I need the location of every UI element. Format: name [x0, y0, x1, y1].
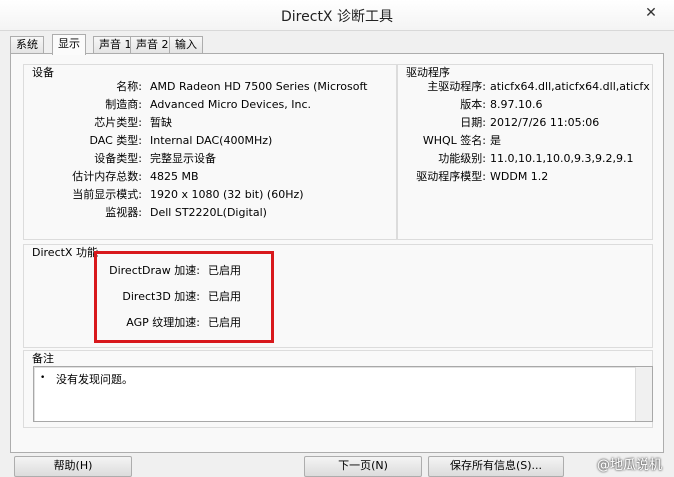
device-name-label: 名称:	[116, 80, 142, 93]
device-row-device-type: 设备类型: 完整显示设备	[24, 151, 396, 167]
notes-title: 备注	[32, 352, 54, 365]
device-row-display-mode: 当前显示模式: 1920 x 1080 (32 bit) (60Hz)	[24, 187, 396, 203]
device-row-chip-type: 芯片类型: 暂缺	[24, 115, 396, 131]
chip-type-label: 芯片类型:	[94, 116, 142, 129]
display-mode-value: 1920 x 1080 (32 bit) (60Hz)	[150, 188, 304, 201]
memory-value: 4825 MB	[150, 170, 199, 183]
manufacturer-label: 制造商:	[105, 98, 142, 111]
display-tab-panel: 设备 名称: AMD Radeon HD 7500 Series (Micros…	[10, 53, 664, 453]
device-group-title: 设备	[32, 66, 54, 79]
driver-row-version: 版本: 8.97.10.6	[398, 97, 652, 113]
tab-system[interactable]: 系统	[10, 36, 44, 53]
version-label: 版本:	[460, 98, 486, 111]
dac-type-value: Internal DAC(400MHz)	[150, 134, 273, 147]
feature-levels-label: 功能级别:	[438, 152, 486, 165]
driver-row-model: 驱动程序模型: WDDM 1.2	[398, 169, 652, 185]
manufacturer-value: Advanced Micro Devices, Inc.	[150, 98, 312, 111]
driver-row-date: 日期: 2012/7/26 11:05:06	[398, 115, 652, 131]
date-label: 日期:	[460, 116, 486, 129]
version-value: 8.97.10.6	[490, 98, 543, 111]
driver-row-main: 主驱动程序: aticfx64.dll,aticfx64.dll,aticfx6…	[398, 79, 652, 95]
tab-display[interactable]: 显示	[52, 34, 86, 55]
notes-textbox[interactable]: • 没有发现问题。	[33, 366, 653, 422]
device-type-value: 完整显示设备	[150, 152, 216, 165]
monitor-value: Dell ST2220L(Digital)	[150, 206, 267, 219]
tab-sound-2[interactable]: 声音 2	[130, 36, 175, 53]
device-row-dac-type: DAC 类型: Internal DAC(400MHz)	[24, 133, 396, 149]
device-type-label: 设备类型:	[94, 152, 142, 165]
tab-input[interactable]: 输入	[169, 36, 203, 53]
driver-group-title: 驱动程序	[406, 66, 450, 79]
window-title: DirectX 诊断工具	[281, 9, 393, 25]
main-driver-value: aticfx64.dll,aticfx64.dll,aticfx64.dll,a…	[490, 80, 650, 93]
main-driver-label: 主驱动程序:	[427, 80, 486, 93]
monitor-label: 监视器:	[105, 206, 142, 219]
notes-bullet: •	[40, 373, 46, 383]
close-icon[interactable]: ✕	[638, 2, 664, 24]
whql-value: 是	[490, 134, 501, 147]
device-row-memory: 估计内存总数: 4825 MB	[24, 169, 396, 185]
dac-type-label: DAC 类型:	[89, 134, 143, 147]
driver-group: 驱动程序 主驱动程序: aticfx64.dll,aticfx64.dll,at…	[397, 64, 653, 240]
driver-model-value: WDDM 1.2	[490, 170, 549, 183]
device-row-name: 名称: AMD Radeon HD 7500 Series (Microsoft	[24, 79, 396, 95]
driver-row-whql: WHQL 签名: 是	[398, 133, 652, 149]
driver-model-label: 驱动程序模型:	[416, 170, 486, 183]
next-page-button[interactable]: 下一页(N)	[304, 456, 422, 477]
whql-label: WHQL 签名:	[422, 134, 486, 147]
directx-features-title: DirectX 功能	[32, 246, 98, 259]
device-row-monitor: 监视器: Dell ST2220L(Digital)	[24, 205, 396, 221]
notes-scrollbar[interactable]	[635, 367, 652, 421]
chip-type-value: 暂缺	[150, 116, 172, 129]
help-button[interactable]: 帮助(H)	[14, 456, 132, 477]
device-row-manufacturer: 制造商: Advanced Micro Devices, Inc.	[24, 97, 396, 113]
device-name-value: AMD Radeon HD 7500 Series (Microsoft	[150, 80, 368, 93]
memory-label: 估计内存总数:	[72, 170, 142, 183]
feature-levels-value: 11.0,10.1,10.0,9.3,9.2,9.1	[490, 152, 634, 165]
highlight-box	[94, 251, 274, 343]
device-group: 设备 名称: AMD Radeon HD 7500 Series (Micros…	[23, 64, 397, 240]
save-all-info-button[interactable]: 保存所有信息(S)...	[428, 456, 564, 477]
date-value: 2012/7/26 11:05:06	[490, 116, 600, 129]
driver-row-feature-levels: 功能级别: 11.0,10.1,10.0,9.3,9.2,9.1	[398, 151, 652, 167]
notes-item: 没有发现问题。	[56, 373, 133, 386]
watermark: @地瓜说机	[596, 458, 662, 473]
title-bar: DirectX 诊断工具 ✕	[0, 0, 674, 31]
display-mode-label: 当前显示模式:	[72, 188, 142, 201]
